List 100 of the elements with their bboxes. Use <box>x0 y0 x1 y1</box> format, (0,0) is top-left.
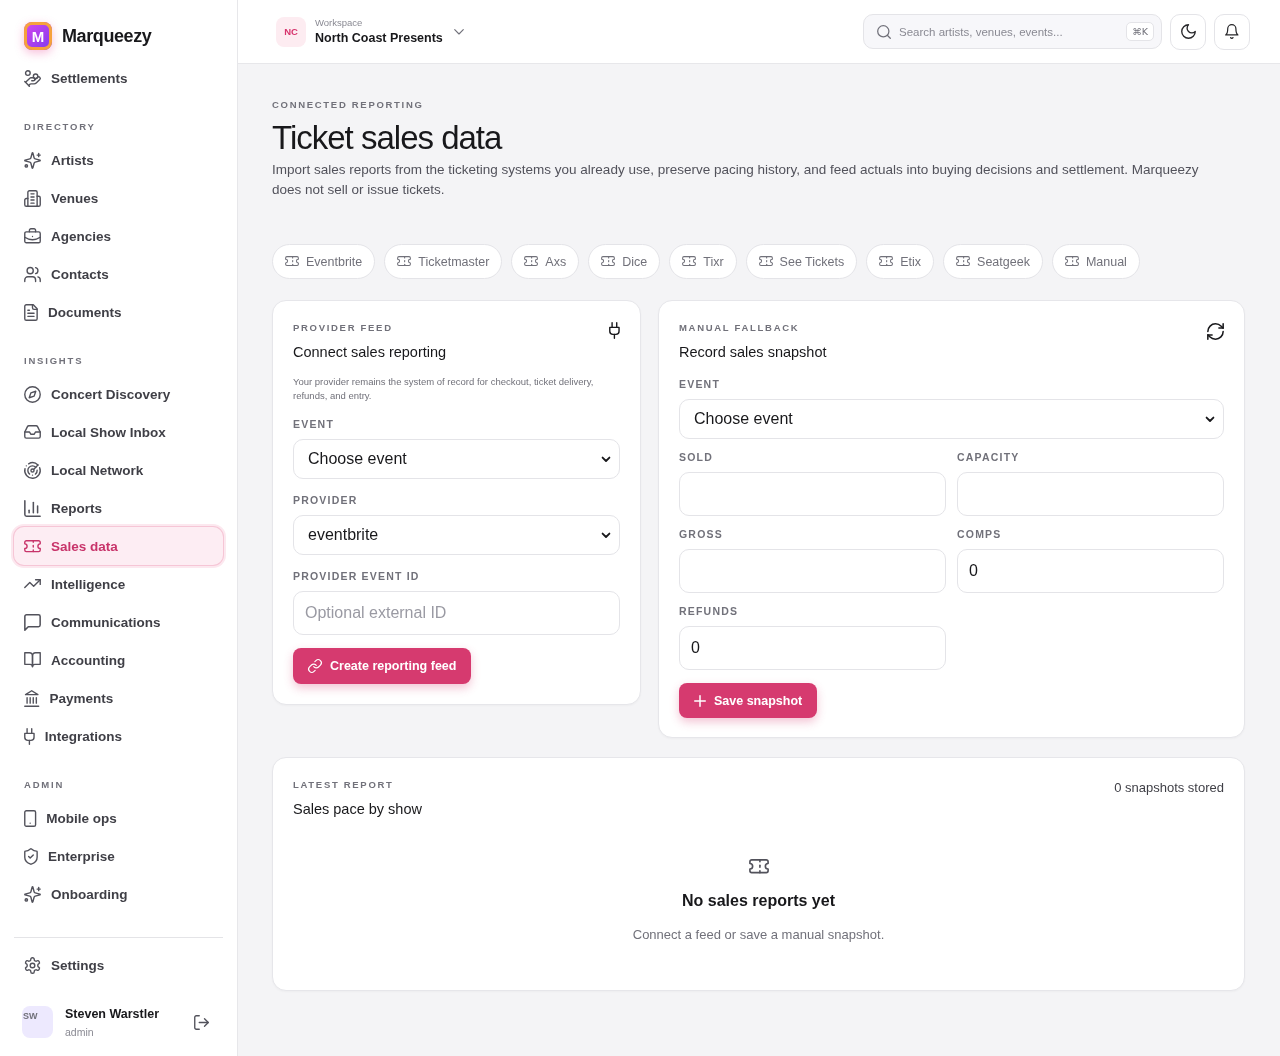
card-title: Connect sales reporting <box>293 343 447 362</box>
provider-chip: Seatgeek <box>943 244 1043 279</box>
page-title: Ticket sales data <box>272 119 502 157</box>
nav-item[interactable]: Accounting <box>14 641 223 679</box>
nav-item[interactable]: Payments <box>14 679 223 717</box>
save-snapshot-button[interactable]: Save snapshot <box>679 683 818 718</box>
input-field[interactable] <box>679 472 946 516</box>
dropdown-field[interactable]: Choose event <box>293 439 620 479</box>
field-label: GROSS <box>679 527 723 541</box>
ticket-icon <box>682 256 697 267</box>
settings-icon <box>24 956 41 974</box>
brand-name: Marqueezy <box>62 25 152 47</box>
chevron-down-icon <box>453 28 464 35</box>
workspace-avatar: NC <box>276 16 306 47</box>
refresh-button[interactable] <box>1207 323 1224 340</box>
field-label: REFUNDS <box>679 604 739 618</box>
empty-state-title: No sales reports yet <box>682 890 835 911</box>
empty-state-text: Connect a feed or save a manual snapshot. <box>632 925 885 944</box>
workspace-caption: Workspace <box>315 17 363 28</box>
input-field[interactable]: 0 <box>957 549 1224 593</box>
nav-item[interactable]: Mobile ops <box>14 799 223 837</box>
workspace-name: North Coast Presents <box>315 30 443 46</box>
dropdown-field[interactable]: eventbrite <box>293 515 620 555</box>
nav-item[interactable]: Integrations <box>14 717 223 755</box>
nav-item[interactable]: Venues <box>14 179 223 217</box>
ticket-icon <box>879 256 894 267</box>
snapshot-count: 0 snapshots stored <box>1114 780 1224 796</box>
provider-chip: See Tickets <box>745 244 858 279</box>
nav-item[interactable]: Intelligence <box>14 565 223 603</box>
field-label: EVENT <box>679 377 720 391</box>
open-book-icon <box>24 652 41 668</box>
dropdown-field[interactable]: Choose event <box>679 399 1224 439</box>
user-avatar: SW <box>22 1006 53 1038</box>
card-note: Your provider remains the system of record for checkout, ticket delivery, refunds, and entry. <box>293 375 595 403</box>
provider-chip: Etix <box>866 244 935 279</box>
search-icon <box>877 24 891 39</box>
logout-button[interactable] <box>194 1014 209 1030</box>
field-label: CAPACITY <box>957 450 1020 464</box>
nav-item[interactable]: Onboarding <box>14 875 223 913</box>
sparkles-icon <box>24 885 41 903</box>
nav-item[interactable]: Concert Discovery <box>14 375 223 413</box>
nav-item[interactable]: Settlements <box>14 59 223 97</box>
workspace-switcher-button[interactable] <box>453 28 464 35</box>
input-field[interactable]: 0 <box>679 626 946 670</box>
page-description: Import sales reports from the ticketing systems you already use, preserve pacing history, and feed actuals into buying decisions and settlement. Marqueezy does not sell or issue tickets. <box>272 161 1200 199</box>
field-label: EVENT <box>293 417 334 431</box>
nav-item[interactable]: Enterprise <box>14 837 223 875</box>
hand-coins-icon <box>24 69 41 87</box>
section-heading: DIRECTORY <box>23 121 97 133</box>
radar-icon <box>24 461 41 479</box>
input-field[interactable] <box>957 472 1224 516</box>
provider-chip: Eventbrite <box>272 244 376 279</box>
ticket-icon <box>285 256 299 267</box>
building-icon <box>24 189 41 207</box>
nav-item[interactable]: Artists <box>14 141 223 179</box>
bank-icon <box>24 689 40 707</box>
plug-icon <box>24 727 35 745</box>
notifications-button[interactable] <box>1214 13 1250 50</box>
ticket-icon <box>758 256 773 267</box>
phone-icon <box>24 809 37 827</box>
nav-item[interactable]: Settings <box>14 946 223 984</box>
provider-chip: Dice <box>588 244 661 279</box>
bar-chart-icon <box>24 499 41 517</box>
provider-chip: Manual <box>1051 244 1140 279</box>
nav-item[interactable]: Contacts <box>14 255 223 293</box>
nav-item[interactable]: Communications <box>14 603 223 641</box>
card-eyebrow: LATEST REPORT <box>293 779 394 791</box>
chevron-down-icon <box>602 456 610 462</box>
ticket-icon <box>24 539 41 553</box>
inbox-icon <box>24 425 41 439</box>
chevron-down-icon <box>1206 416 1214 422</box>
bell-icon <box>1225 24 1239 39</box>
card-eyebrow: PROVIDER FEED <box>293 322 393 334</box>
plus-icon <box>694 694 706 707</box>
document-icon <box>24 303 38 321</box>
user-role: admin <box>65 1025 94 1038</box>
create-feed-button[interactable]: Create reporting feed <box>293 648 472 684</box>
input-field[interactable]: Optional external ID <box>293 591 620 635</box>
nav-item[interactable]: Reports <box>14 489 223 527</box>
page-eyebrow: CONNECTED REPORTING <box>272 99 424 111</box>
nav-item[interactable]: Sales data <box>14 527 223 565</box>
keyboard-shortcut: ⌘K <box>1126 22 1154 41</box>
provider-chip: Ticketmaster <box>384 244 503 279</box>
input-field[interactable] <box>679 549 946 593</box>
nav-item[interactable]: Agencies <box>14 217 223 255</box>
ticket-icon <box>397 256 412 267</box>
field-label: PROVIDER <box>293 493 358 507</box>
field-label: COMPS <box>957 527 1002 541</box>
ticket-icon <box>524 256 539 267</box>
trending-up-icon <box>24 579 41 589</box>
ticket-icon <box>601 256 616 267</box>
nav-item[interactable]: Documents <box>14 293 223 331</box>
logo-mark: M <box>24 22 52 50</box>
theme-toggle-button[interactable] <box>1170 13 1206 50</box>
shield-check-icon <box>24 847 38 865</box>
card-eyebrow: MANUAL FALLBACK <box>679 322 800 334</box>
nav-item[interactable]: Local Show Inbox <box>14 413 223 451</box>
provider-chip: Tixr <box>669 244 737 279</box>
moon-icon <box>1180 24 1196 39</box>
nav-item[interactable]: Local Network <box>14 451 223 489</box>
